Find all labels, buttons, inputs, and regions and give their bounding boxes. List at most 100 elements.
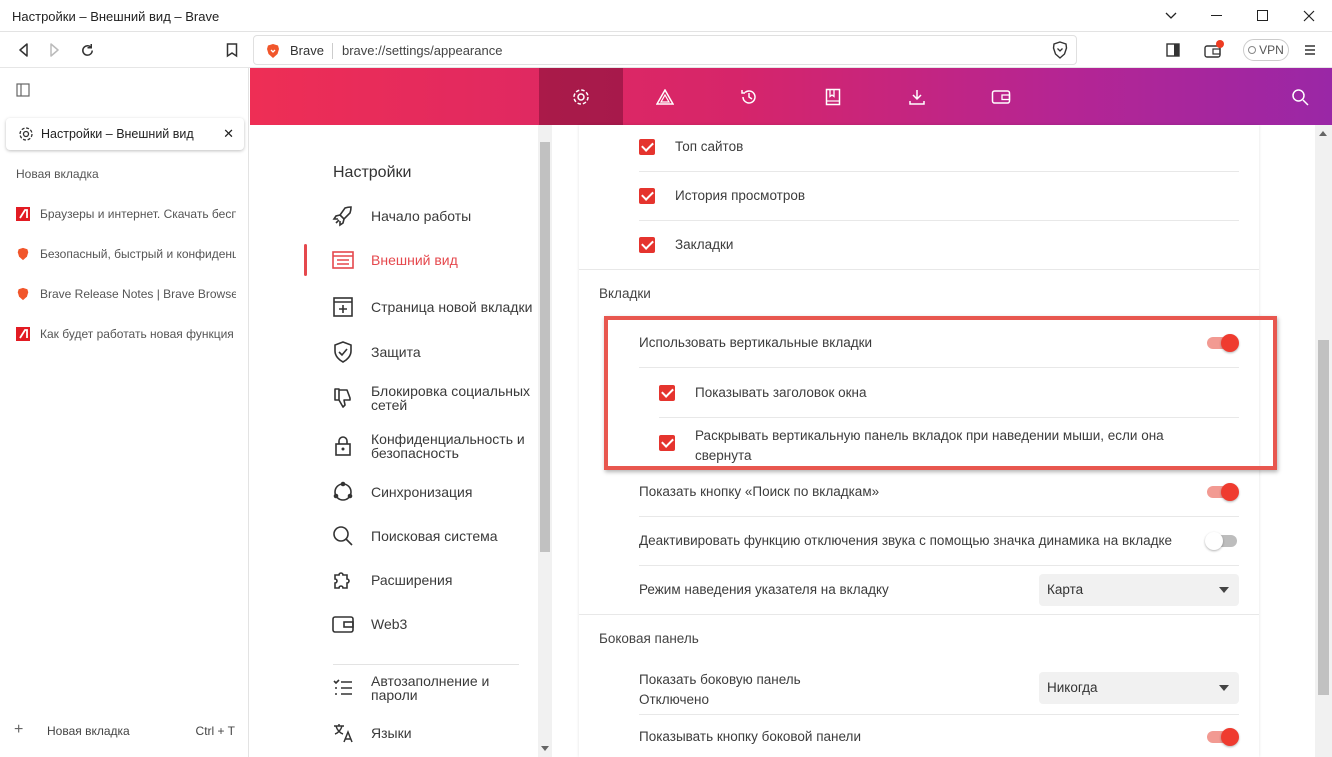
collapse-tabs-icon[interactable] — [16, 83, 30, 97]
forward-icon[interactable] — [40, 36, 68, 64]
history-label: История просмотров — [675, 188, 806, 203]
settings-gear-icon — [18, 126, 34, 142]
nav-label: Web3 — [371, 616, 408, 632]
show-side-panel-select[interactable]: Никогда — [1039, 672, 1239, 704]
nav-autofill[interactable]: Автозаполнение и пароли — [304, 667, 538, 709]
nav-label: Блокировка социальных сетей — [371, 383, 531, 413]
address-brand: Brave — [290, 43, 324, 58]
chevron-down-icon — [1219, 587, 1229, 593]
top-sites-label: Топ сайтов — [675, 139, 744, 154]
section-divider — [579, 614, 1259, 615]
address-bar[interactable]: Brave brave://settings/appearance — [253, 35, 1077, 65]
toggle-knob — [1221, 728, 1239, 746]
nav-extensions[interactable]: Расширения — [304, 560, 538, 600]
settings-gear-icon[interactable] — [539, 68, 623, 125]
toggle-knob — [1205, 532, 1223, 550]
tab-item[interactable]: Brave Release Notes | Brave Browser — [16, 287, 236, 301]
main-menu-icon[interactable] — [1296, 36, 1324, 64]
active-tab[interactable]: Настройки – Внешний вид ✕ — [6, 118, 244, 150]
side-panel-button-toggle[interactable] — [1207, 728, 1239, 746]
section-divider — [579, 269, 1259, 270]
nav-scrollbar[interactable] — [538, 125, 552, 757]
reload-icon[interactable] — [73, 36, 101, 64]
hover-mode-select[interactable]: Карта — [1039, 574, 1239, 606]
new-tab-item[interactable]: Новая вкладка — [16, 167, 236, 181]
tab-label: Как будет работать новая функция — [40, 327, 234, 341]
bookmark-icon[interactable] — [218, 36, 246, 64]
content-scrollbar[interactable] — [1315, 125, 1332, 757]
nav-sync[interactable]: Синхронизация — [304, 472, 538, 512]
wallet-icon[interactable] — [1200, 36, 1228, 64]
mute-icon-toggle[interactable] — [1205, 532, 1237, 550]
downloads-icon[interactable] — [875, 68, 959, 125]
row-divider — [639, 565, 1239, 566]
tab-item[interactable]: Браузеры и интернет. Скачать бесплатно — [16, 207, 236, 221]
new-tab-shortcut: Ctrl + T — [195, 724, 235, 738]
nav-new-tab-page[interactable]: Страница новой вкладки — [304, 286, 538, 328]
settings-header-band — [250, 68, 1332, 125]
wallet-icon[interactable] — [959, 68, 1043, 125]
new-tab-page-icon — [331, 295, 355, 319]
nav-label: Защита — [371, 344, 421, 360]
bookmarks-icon[interactable] — [791, 68, 875, 125]
back-icon[interactable] — [10, 36, 38, 64]
scroll-down-arrow-icon[interactable] — [541, 746, 549, 751]
brave-shields-icon[interactable] — [1046, 36, 1074, 64]
side-panel-button-label: Показывать кнопку боковой панели — [639, 729, 861, 744]
tabs-section-title: Вкладки — [599, 286, 651, 301]
hover-mode-value: Карта — [1047, 582, 1084, 597]
scroll-up-arrow-icon[interactable] — [1319, 131, 1327, 136]
nav-privacy[interactable]: Конфиденциальность и безопасность — [304, 425, 538, 467]
rocket-icon — [331, 204, 355, 228]
history-checkbox[interactable] — [639, 188, 655, 204]
side-panel-section-title: Боковая панель — [599, 631, 699, 646]
plus-icon: + — [14, 721, 24, 738]
nav-get-started[interactable]: Начало работы — [304, 196, 538, 236]
brave-lion-icon — [16, 247, 30, 261]
shield-icon — [331, 340, 355, 364]
nav-label: Внешний вид — [371, 252, 458, 268]
brave-lion-icon — [16, 287, 30, 301]
nav-appearance[interactable]: Внешний вид — [304, 240, 538, 280]
web3-wallet-icon — [331, 612, 355, 636]
close-tab-icon[interactable]: ✕ — [223, 126, 234, 142]
vpn-button[interactable]: VPN — [1243, 39, 1289, 61]
row-divider — [639, 220, 1239, 221]
vpn-label: VPN — [1259, 43, 1284, 57]
nav-divider — [333, 664, 519, 665]
top-sites-checkbox[interactable] — [639, 139, 655, 155]
browser-toolbar: Brave brave://settings/appearance VPN — [0, 32, 1332, 68]
sidebar-toggle-icon[interactable] — [1159, 36, 1187, 64]
content-scrollbar-thumb[interactable] — [1318, 340, 1329, 695]
window-menu-icon[interactable] — [1148, 0, 1194, 32]
history-icon[interactable] — [707, 68, 791, 125]
tab-label: Безопасный, быстрый и конфиденциальный — [40, 247, 236, 261]
tab-item[interactable]: Как будет работать новая функция — [16, 327, 236, 341]
nav-search-engine[interactable]: Поисковая система — [304, 516, 538, 556]
nav-web3[interactable]: Web3 — [304, 604, 538, 644]
search-tabs-toggle[interactable] — [1207, 483, 1239, 501]
settings-search-icon[interactable] — [1258, 68, 1332, 125]
toggle-knob — [1221, 483, 1239, 501]
nav-languages[interactable]: Языки — [304, 713, 538, 753]
address-url[interactable]: brave://settings/appearance — [342, 43, 502, 58]
maximize-icon[interactable] — [1240, 0, 1286, 32]
brave-shield-icon — [266, 43, 280, 59]
tab-item[interactable]: Безопасный, быстрый и конфиденциальный — [16, 247, 236, 261]
nav-label: Начало работы — [371, 208, 472, 224]
close-window-icon[interactable] — [1286, 0, 1332, 32]
translate-icon — [331, 721, 355, 745]
nav-label: Синхронизация — [371, 484, 473, 500]
nav-scrollbar-thumb[interactable] — [540, 142, 550, 552]
tab-label: Браузеры и интернет. Скачать бесплатно — [40, 207, 236, 221]
nav-shields[interactable]: Защита — [304, 332, 538, 372]
nav-label: Языки — [371, 725, 412, 741]
minimize-icon[interactable] — [1194, 0, 1240, 32]
rewards-triangle-icon[interactable] — [623, 68, 707, 125]
chevron-down-icon — [1219, 685, 1229, 691]
nav-social-blocking[interactable]: Блокировка социальных сетей — [304, 377, 538, 419]
bookmarks-checkbox[interactable] — [639, 237, 655, 253]
nav-label: Поисковая система — [371, 528, 498, 544]
new-tab-footer[interactable]: + Новая вкладка Ctrl + T — [0, 705, 249, 757]
nav-label: Автозаполнение и пароли — [371, 673, 490, 703]
